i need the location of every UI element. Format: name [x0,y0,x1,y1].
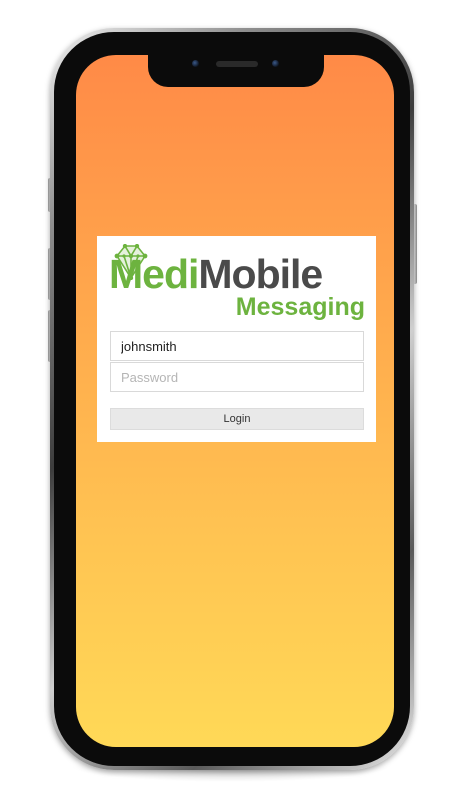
login-card: MediMobile Messaging Login [97,236,376,442]
phone-notch [148,55,324,87]
phone-bezel: MediMobile Messaging Login [54,32,410,766]
logo-wordmark: MediMobile [109,251,323,297]
app-screen: MediMobile Messaging Login [76,55,394,747]
logo-word-medi: Medi [109,251,199,297]
app-logo: MediMobile Messaging [109,244,367,320]
sensor-icon [192,60,199,67]
front-camera-icon [272,60,279,67]
logo-subtitle: Messaging [235,293,365,321]
login-button[interactable]: Login [110,408,364,430]
speaker-grille [216,61,258,67]
username-input[interactable] [110,331,364,361]
password-input[interactable] [110,362,364,392]
phone-frame: MediMobile Messaging Login [50,28,414,770]
logo-word-mobile: Mobile [198,251,323,297]
